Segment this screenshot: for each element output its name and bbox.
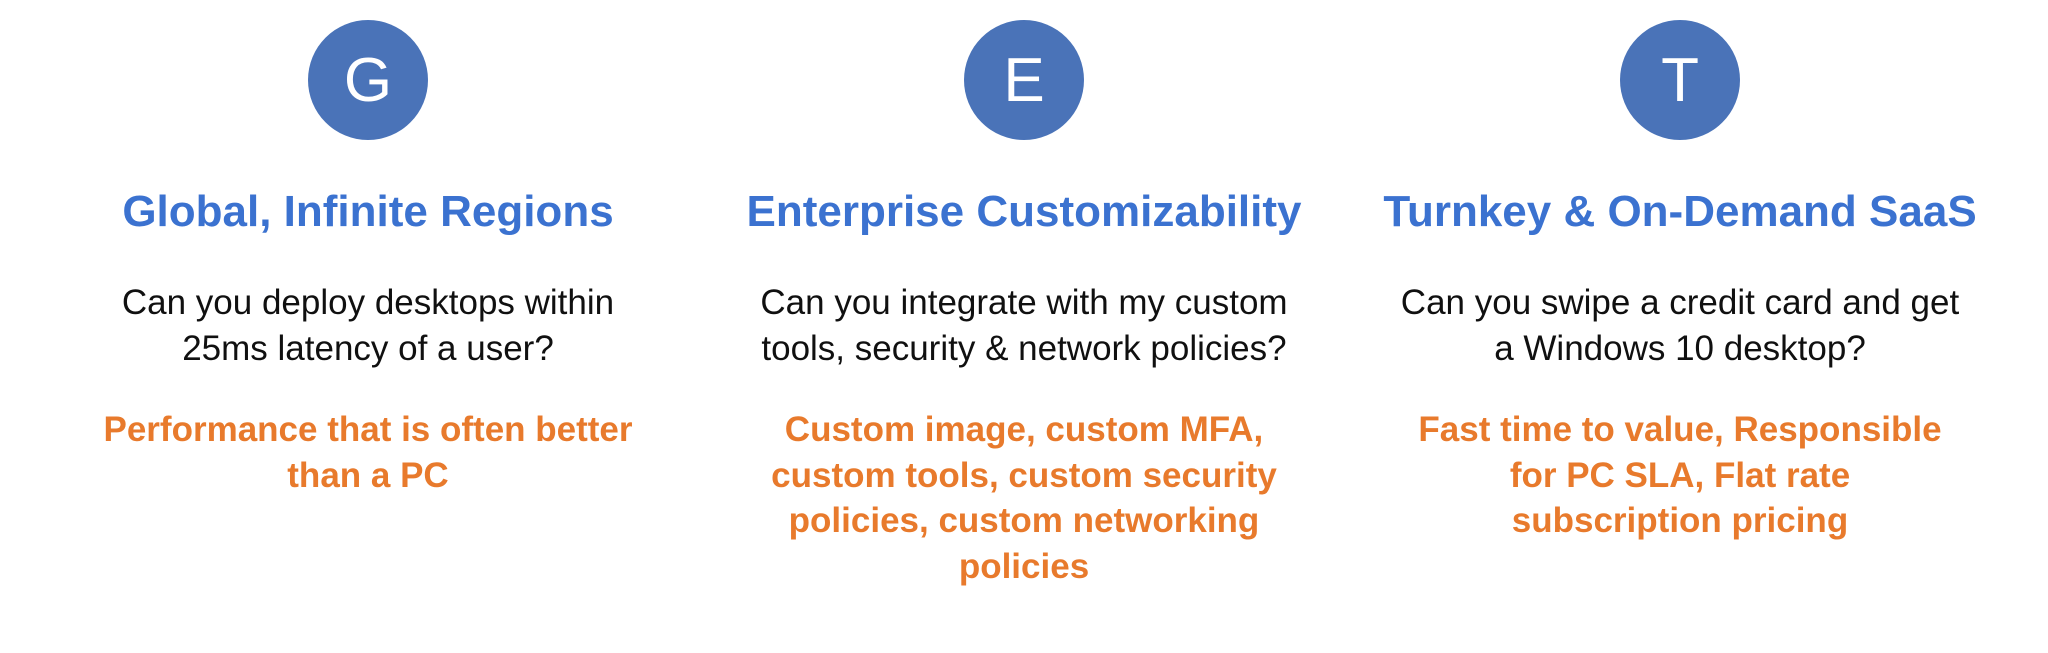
column-global: G Global, Infinite Regions Can you deplo… <box>60 20 676 613</box>
column-answer: Fast time to value, Responsible for PC S… <box>1400 407 1960 544</box>
badge-letter: E <box>1003 45 1044 116</box>
column-title: Global, Infinite Regions <box>122 188 613 236</box>
column-question: Can you integrate with my custom tools, … <box>744 280 1304 371</box>
column-turnkey: T Turnkey & On-Demand SaaS Can you swipe… <box>1372 20 1988 613</box>
column-title: Enterprise Customizability <box>746 188 1301 236</box>
column-answer: Custom image, custom MFA, custom tools, … <box>744 407 1304 589</box>
badge-e: E <box>964 20 1084 140</box>
column-answer: Performance that is often better than a … <box>88 407 648 498</box>
column-question: Can you deploy desktops within 25ms late… <box>88 280 648 371</box>
badge-letter: G <box>344 45 392 116</box>
column-enterprise: E Enterprise Customizability Can you int… <box>716 20 1332 613</box>
feature-columns: G Global, Infinite Regions Can you deplo… <box>60 20 1988 613</box>
column-question: Can you swipe a credit card and get a Wi… <box>1400 280 1960 371</box>
badge-letter: T <box>1661 45 1699 116</box>
badge-g: G <box>308 20 428 140</box>
column-title: Turnkey & On-Demand SaaS <box>1383 188 1976 236</box>
badge-t: T <box>1620 20 1740 140</box>
